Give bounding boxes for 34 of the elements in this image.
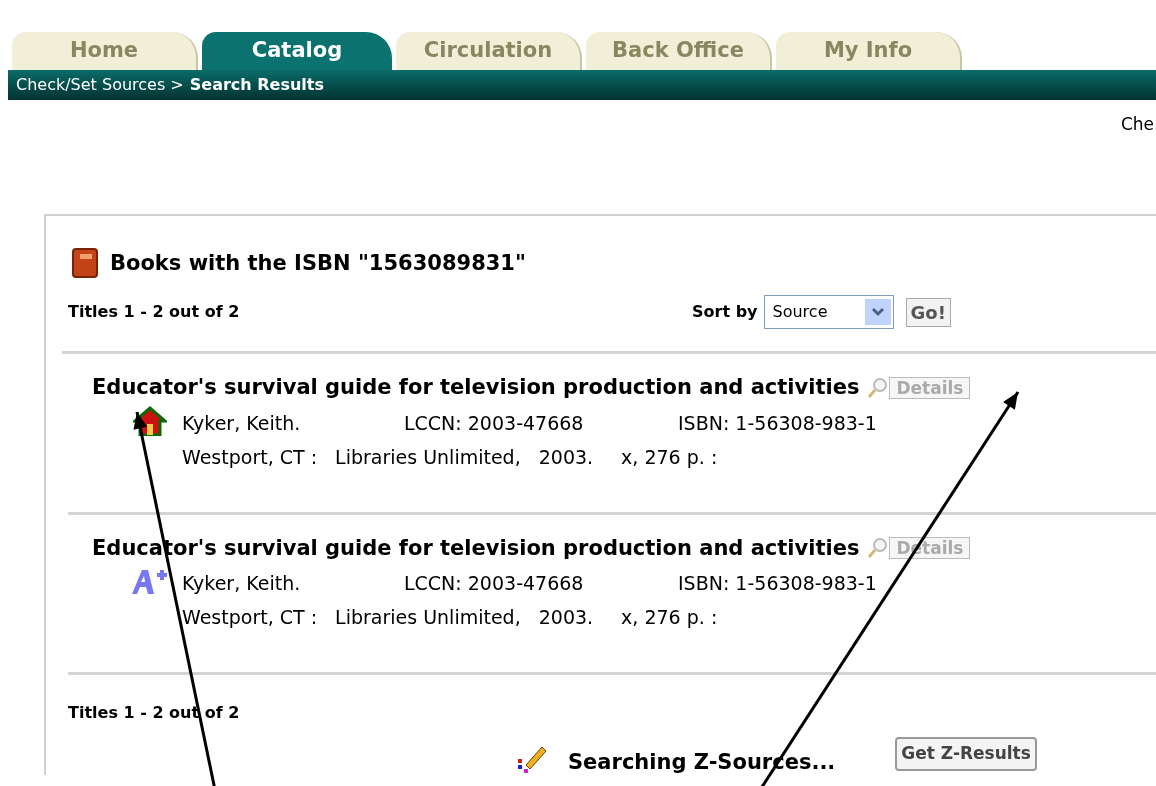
nav-tab[interactable]: Circulation — [396, 32, 582, 70]
pages-text: x, 276 p. : — [621, 605, 718, 630]
chevron-down-icon — [870, 307, 885, 317]
magnifier-icon — [867, 376, 890, 399]
top-right-text: Che — [1120, 113, 1154, 136]
year-text: 2003. — [538, 444, 594, 470]
author-text: Kyker, Keith. — [182, 571, 302, 596]
year-text: 2003. — [538, 605, 594, 630]
details-button[interactable]: Details — [889, 376, 971, 399]
nav-tab[interactable]: Back Office — [586, 32, 772, 70]
nav-tab[interactable]: My Info — [776, 32, 962, 70]
author-text: Kyker, Keith. — [182, 410, 302, 436]
nav-tab[interactable]: Home — [12, 32, 198, 70]
nav-tab[interactable]: Catalog — [202, 32, 392, 70]
publisher-text: Libraries Unlimited, — [335, 444, 521, 470]
book-title: Educator's survival guide for television production and activities — [92, 374, 860, 401]
place-text: Westport, CT : — [182, 444, 318, 470]
sort-dropdown[interactable]: Source — [763, 295, 894, 329]
magnifier-icon — [867, 537, 890, 560]
pages-text: x, 276 p. : — [621, 444, 718, 470]
results-count: Titles 1 - 2 out of 2 — [68, 301, 241, 323]
place-text: Westport, CT : — [182, 605, 318, 630]
results-heading: Books with the ISBN "1563089831" — [110, 249, 526, 277]
go-button[interactable]: Go! — [905, 297, 951, 327]
lccn-text: LCCN: 2003-47668 — [404, 571, 585, 596]
isbn-text: ISBN: 1-56308-983-1 — [678, 571, 877, 596]
book-icon — [72, 248, 98, 279]
lccn-text: LCCN: 2003-47668 — [404, 410, 585, 436]
breadcrumb-current: Search Results — [189, 74, 324, 96]
breadcrumb-link[interactable]: Check/Set Sources > — [16, 73, 184, 97]
sort-label: Sort by — [692, 301, 758, 323]
publisher-text: Libraries Unlimited, — [335, 605, 521, 630]
isbn-text: ISBN: 1-56308-983-1 — [678, 410, 877, 436]
get-z-results-button[interactable]: Get Z-Results — [895, 737, 1037, 771]
